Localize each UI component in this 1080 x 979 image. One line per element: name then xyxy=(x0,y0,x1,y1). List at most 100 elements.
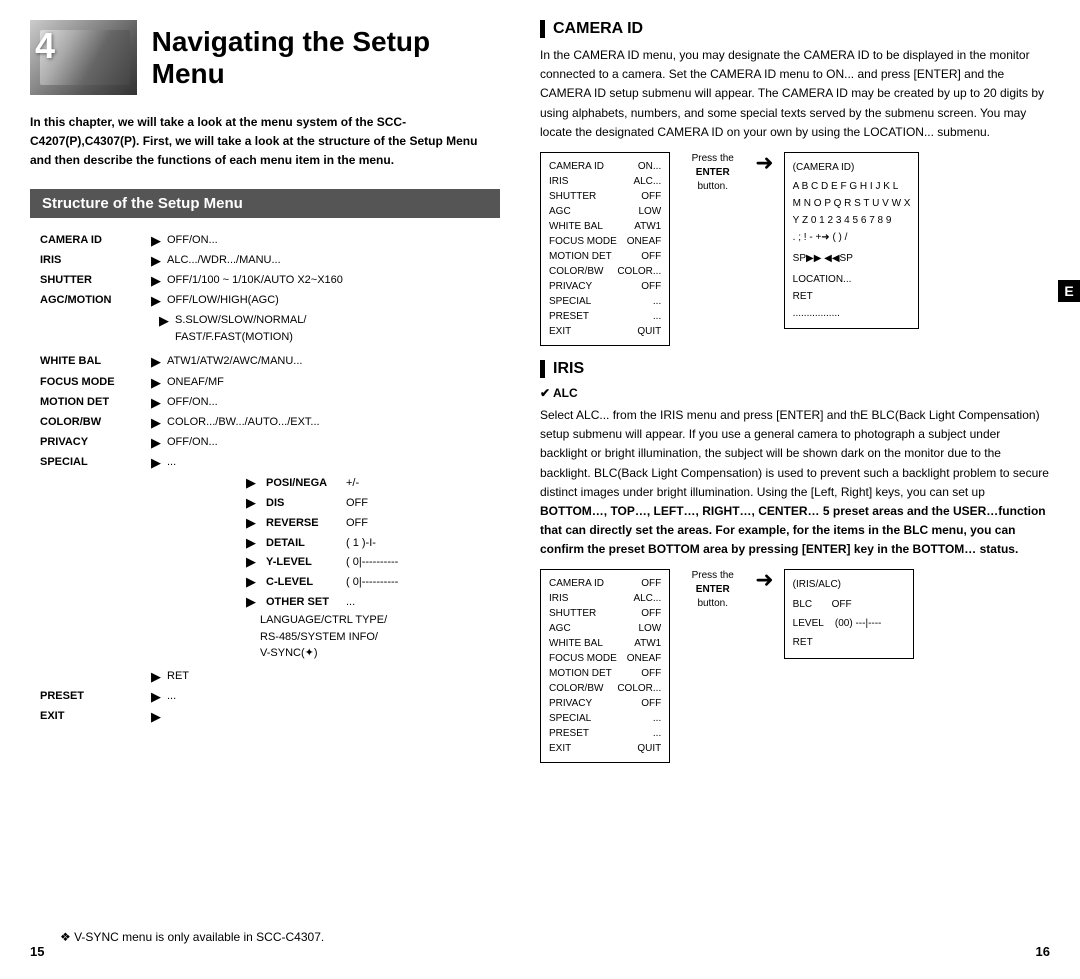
iris-val-1: ALC... xyxy=(633,591,661,606)
menu-row-iris: IRIS ▶ ALC.../WDR.../MANU... xyxy=(40,252,500,270)
camid-row-2: SHUTTEROFF xyxy=(549,189,661,204)
label-ylevel: Y-LEVEL xyxy=(266,553,346,572)
arrow-detail: ▶ xyxy=(246,534,256,552)
menu-row-colorbw: COLOR/BW ▶ COLOR.../BW.../AUTO.../EXT... xyxy=(40,414,500,432)
press-label-cameraid: Press the ENTER button. xyxy=(692,152,734,194)
camid-val-7: COLOR... xyxy=(617,264,661,279)
otherset-subitems: LANGUAGE/CTRL TYPE/ RS-485/SYSTEM INFO/ … xyxy=(260,612,500,662)
menu-val-motiondet: OFF/ON... xyxy=(167,394,218,411)
iris-val-7: COLOR... xyxy=(617,681,661,696)
menu-val-privacy: OFF/ON... xyxy=(167,434,218,451)
otherset-vsync: V-SYNC(✦) xyxy=(260,645,500,662)
chapter-image: 4 xyxy=(30,20,137,95)
iris-val-6: OFF xyxy=(641,666,661,681)
menu-row-special: SPECIAL ▶ ... xyxy=(40,454,500,472)
menu-label-shutter: SHUTTER xyxy=(40,272,145,289)
menu-label-special: SPECIAL xyxy=(40,454,145,471)
arrow-otherset: ▶ xyxy=(246,593,256,611)
camid-row-7: COLOR/BWCOLOR... xyxy=(549,264,661,279)
iris-val-2: OFF xyxy=(641,606,661,621)
chapter-header: 4 Navigating the Setup Menu xyxy=(30,20,500,95)
val-dis: OFF xyxy=(346,494,368,513)
structure-heading: Structure of the Setup Menu xyxy=(30,189,500,218)
camid-lbl-0: CAMERA ID xyxy=(549,159,604,174)
menu-val-cameraid: OFF/ON... xyxy=(167,232,218,249)
iris-menu-box: CAMERA IDOFF IRISALC... SHUTTEROFF AGCLO… xyxy=(540,569,670,763)
menu-row-motiondet: MOTION DET ▶ OFF/ON... xyxy=(40,394,500,412)
camid-row-9: SPECIAL... xyxy=(549,294,661,309)
arrow-to-submenu-iris: ➜ xyxy=(755,569,773,591)
menu-val-colorbw: COLOR.../BW.../AUTO.../EXT... xyxy=(167,414,320,431)
submenu-title-iris: (IRIS/ALC) xyxy=(793,576,905,593)
menu-val-agc2: S.SLOW/SLOW/NORMAL/FAST/F.FAST(MOTION) xyxy=(175,312,306,345)
special-sub-clevel: ▶ C-LEVEL ( 0|---------- xyxy=(240,573,500,592)
arrow-exit: ▶ xyxy=(151,708,161,726)
page-container: 4 Navigating the Setup Menu In this chap… xyxy=(0,0,1080,979)
camid-val-4: ATW1 xyxy=(634,219,661,234)
menu-val-special: ... xyxy=(167,454,176,471)
iris-row-9: SPECIAL... xyxy=(549,711,661,726)
iris-val-8: OFF xyxy=(641,696,661,711)
val-ret: RET xyxy=(167,668,189,685)
menu-val-focusmode: ONEAF/MF xyxy=(167,374,224,391)
camid-row-11: EXITQUIT xyxy=(549,324,661,339)
camid-val-0: ON... xyxy=(638,159,661,174)
iris-row-8: PRIVACYOFF xyxy=(549,696,661,711)
iris-menu-display: CAMERA IDOFF IRISALC... SHUTTEROFF AGCLO… xyxy=(540,569,1050,763)
special-sub-reverse: ▶ REVERSE OFF xyxy=(240,514,500,533)
menu-row-exit: EXIT ▶ xyxy=(40,708,500,726)
camid-val-10: ... xyxy=(653,309,661,324)
menu-row-focusmode: FOCUS MODE ▶ ONEAF/MF xyxy=(40,374,500,392)
special-sub-otherset: ▶ OTHER SET ... xyxy=(240,593,500,612)
arrow-agc: ▶ xyxy=(151,292,161,310)
iris-lbl-4: WHITE BAL xyxy=(549,636,603,651)
camid-val-8: OFF xyxy=(641,279,661,294)
sub-row-abcdef: A B C D E F G H I J K L xyxy=(793,178,911,195)
camid-val-1: ALC... xyxy=(633,174,661,189)
arrow-privacy: ▶ xyxy=(151,434,161,452)
iris-val-5: ONEAF xyxy=(627,651,661,666)
val-posinega: +/- xyxy=(346,474,359,493)
iris-lbl-10: PRESET xyxy=(549,726,589,741)
iris-lbl-0: CAMERA ID xyxy=(549,576,604,591)
press-enter-iris: Press the ENTER button. xyxy=(680,569,745,611)
camid-row-4: WHITE BALATW1 xyxy=(549,219,661,234)
iris-val-3: LOW xyxy=(638,621,661,636)
menu-diagram: CAMERA ID ▶ OFF/ON... IRIS ▶ ALC.../WDR.… xyxy=(40,232,500,727)
sub-row-ret-cam: RET xyxy=(793,288,911,305)
special-subitems: ▶ POSI/NEGA +/- ▶ DIS OFF ▶ REVERSE OFF … xyxy=(240,474,500,661)
arrow-colorbw: ▶ xyxy=(151,414,161,432)
label-posinega: POSI/NEGA xyxy=(266,474,346,493)
camid-lbl-5: FOCUS MODE xyxy=(549,234,617,249)
footnote: ❖ V-SYNC menu is only available in SCC-C… xyxy=(60,930,324,944)
iris-lbl-9: SPECIAL xyxy=(549,711,591,726)
menu-label-focusmode: FOCUS MODE xyxy=(40,374,145,391)
otherset-lang: LANGUAGE/CTRL TYPE/ xyxy=(260,612,500,629)
val-clevel: ( 0|---------- xyxy=(346,573,398,592)
sub-row-mnopqr: M N O P Q R S T U V W X xyxy=(793,195,911,212)
iris-lbl-1: IRIS xyxy=(549,591,568,606)
camid-row-0: CAMERA ID ON... xyxy=(549,159,661,174)
camera-id-section: CAMERA ID In the CAMERA ID menu, you may… xyxy=(540,20,1050,346)
menu-label-exit: EXIT xyxy=(40,708,145,725)
menu-label-privacy: PRIVACY xyxy=(40,434,145,451)
iris-val-11: QUIT xyxy=(637,741,661,756)
iris-val-0: OFF xyxy=(641,576,661,591)
e-badge: E xyxy=(1058,280,1080,302)
iris-sub-level: LEVEL (00) ---|---- xyxy=(793,614,905,633)
sub-row-special-chars: . ; ! - +➜ ( ) / xyxy=(793,229,911,246)
iris-row-10: PRESET... xyxy=(549,726,661,741)
camid-lbl-11: EXIT xyxy=(549,324,571,339)
arrow-cameraid: ▶ xyxy=(151,232,161,250)
iris-val-4: ATW1 xyxy=(634,636,661,651)
iris-section: IRIS ALC Select ALC... from the IRIS men… xyxy=(540,360,1050,764)
iris-lbl-5: FOCUS MODE xyxy=(549,651,617,666)
special-sub-detail: ▶ DETAIL ( 1 )-I- xyxy=(240,534,500,553)
menu-label-iris: IRIS xyxy=(40,252,145,269)
intro-text: In this chapter, we will take a look at … xyxy=(30,113,500,171)
arrow-agc2: ▶ xyxy=(159,312,169,330)
iris-row-11: EXITQUIT xyxy=(549,741,661,756)
val-reverse: OFF xyxy=(346,514,368,533)
iris-title: IRIS xyxy=(540,360,1050,378)
iris-lbl-3: AGC xyxy=(549,621,571,636)
